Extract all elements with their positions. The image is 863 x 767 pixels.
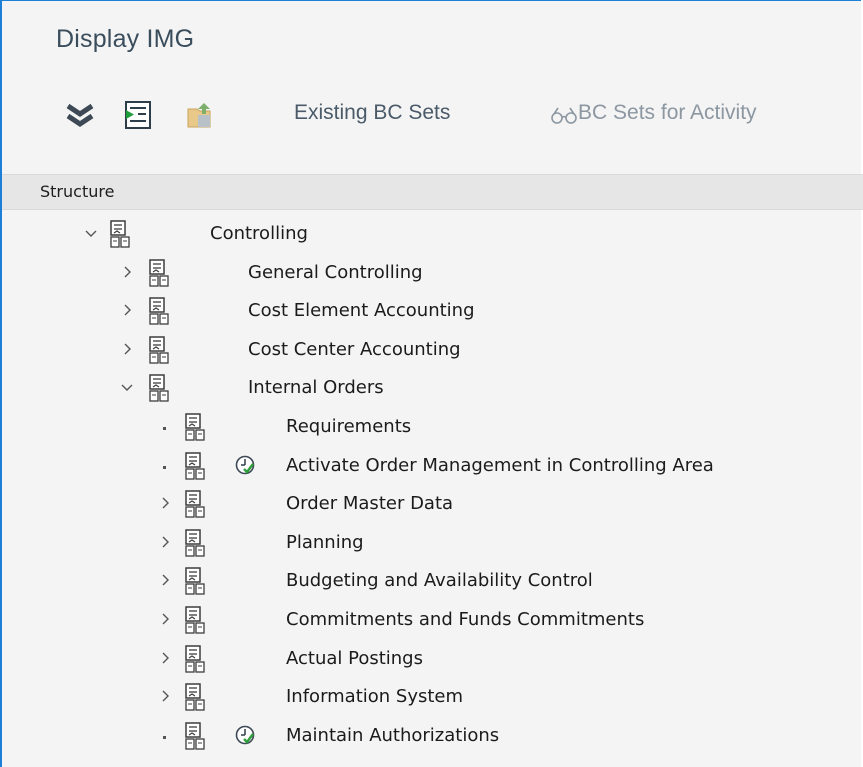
double-chevron-down-icon[interactable] [64,99,96,131]
tree-node-label[interactable]: Controlling [210,223,308,244]
img-node-icon [184,644,206,674]
bullet-icon [158,416,172,436]
img-node-icon [184,412,206,442]
tree-node-label[interactable]: General Controlling [248,262,423,283]
execute-icon[interactable] [123,99,155,131]
tree-node-label[interactable]: Requirements [286,416,411,437]
img-node-icon [148,373,170,403]
tree-node-label[interactable]: Maintain Authorizations [286,725,499,746]
glasses-icon [551,105,577,125]
tree-node[interactable]: Maintain Authorizations [2,721,863,759]
existing-bc-sets-button[interactable]: Existing BC Sets [294,101,450,125]
chevron-right-icon[interactable] [158,570,172,590]
tree-node-label[interactable]: Cost Center Accounting [248,339,461,360]
tree-node[interactable]: General Controlling [2,258,863,296]
tree-node[interactable]: Actual Postings [2,644,863,682]
toolbar: Existing BC Sets BC Sets for Activity [2,91,863,141]
tree-node[interactable]: Activate Order Management in Controlling… [2,451,863,489]
chevron-right-icon[interactable] [158,493,172,513]
tree-node-label[interactable]: Order Master Data [286,493,453,514]
tree-node-label[interactable]: Commitments and Funds Commitments [286,609,644,630]
tree-node[interactable]: Order Master Data [2,489,863,527]
img-node-icon [148,296,170,326]
tree-node[interactable]: Internal Orders [2,373,863,411]
chevron-right-icon[interactable] [158,532,172,552]
img-node-icon [184,721,206,751]
chevron-right-icon[interactable] [120,339,134,359]
window-title: Display IMG [56,25,195,53]
tree-node[interactable]: Cost Center Accounting [2,335,863,373]
tree-node-label[interactable]: Activate Order Management in Controlling… [286,455,714,476]
img-node-icon [184,528,206,558]
img-node-icon [184,566,206,596]
tree-node-label[interactable]: Planning [286,532,364,553]
img-node-icon [148,335,170,365]
tree-node-label[interactable]: Actual Postings [286,648,423,669]
img-node-icon [148,258,170,288]
tree-node[interactable]: Commitments and Funds Commitments [2,605,863,643]
chevron-right-icon[interactable] [120,262,134,282]
img-node-icon [184,605,206,635]
transport-icon[interactable] [184,99,216,131]
execute-activity-icon[interactable] [234,724,256,746]
execute-activity-icon[interactable] [234,454,256,476]
structure-column-header[interactable]: Structure [2,174,863,210]
bullet-icon [158,455,172,475]
tree-node-label[interactable]: Cost Element Accounting [248,300,475,321]
tree-node[interactable]: Controlling [2,219,863,257]
bullet-icon [158,725,172,745]
structure-header-label: Structure [40,182,115,201]
tree-node-label[interactable]: Budgeting and Availability Control [286,570,593,591]
chevron-down-icon[interactable] [120,377,134,397]
tree-node-label[interactable]: Information System [286,686,463,707]
chevron-right-icon[interactable] [120,300,134,320]
tree-node[interactable]: Requirements [2,412,863,450]
tree-node[interactable]: Information System [2,682,863,720]
img-node-icon [109,219,131,249]
chevron-right-icon[interactable] [158,686,172,706]
chevron-right-icon[interactable] [158,648,172,668]
tree-node[interactable]: Cost Element Accounting [2,296,863,334]
display-img-window: Display IMG Existing BC Sets BC Sets for… [0,0,863,767]
tree-node[interactable]: Budgeting and Availability Control [2,566,863,604]
chevron-down-icon[interactable] [84,223,98,243]
tree-node[interactable]: Planning [2,528,863,566]
tree-node-label[interactable]: Internal Orders [248,377,384,398]
img-node-icon [184,489,206,519]
chevron-right-icon[interactable] [158,609,172,629]
img-node-icon [184,451,206,481]
img-node-icon [184,682,206,712]
bc-sets-for-activity-button[interactable]: BC Sets for Activity [578,101,757,125]
